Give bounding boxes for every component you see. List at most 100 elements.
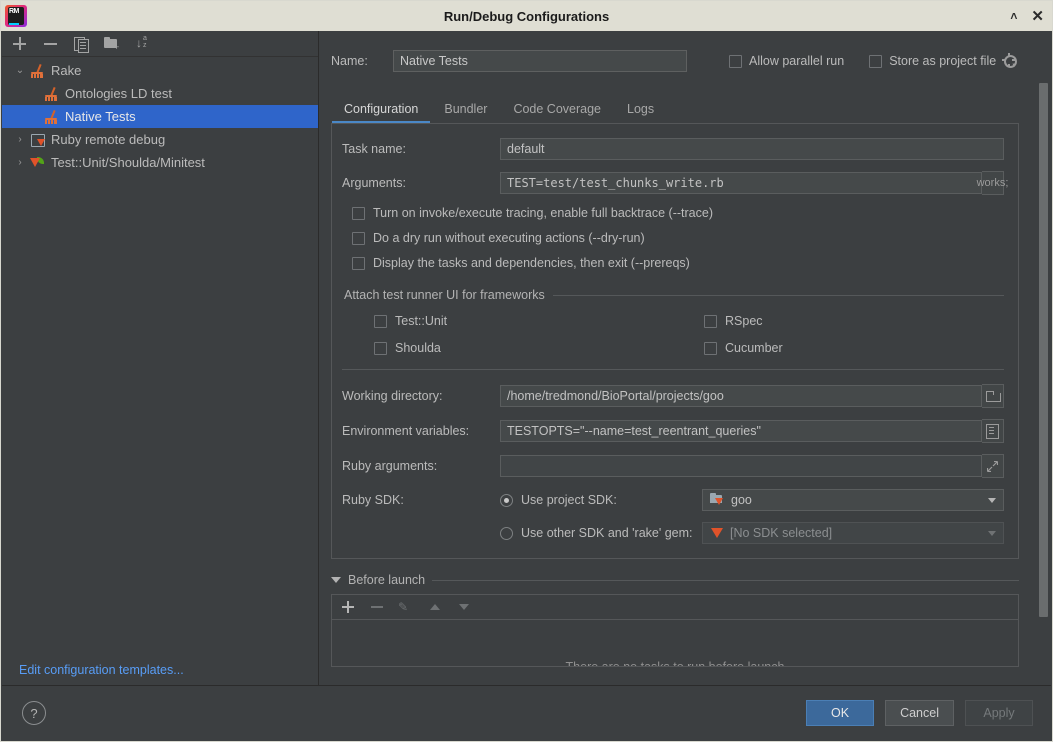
tree-item-rake[interactable]: ⌄ Rake: [2, 59, 318, 82]
checkbox-box[interactable]: [374, 315, 387, 328]
arguments-row: Arguments: TEST=test/test_chunks_write.r…: [342, 171, 1004, 195]
minitest-icon: [29, 155, 47, 171]
other-sdk-combo[interactable]: [No SDK selected]: [702, 522, 1004, 544]
section-divider: [342, 369, 1004, 370]
project-sdk-value: goo: [731, 493, 752, 507]
chevron-down-icon[interactable]: [988, 498, 996, 503]
sidebar-toolbar: + ↓az: [2, 31, 318, 57]
tree-item-minitest[interactable]: › Test::Unit/Shoulda/Minitest: [2, 151, 318, 174]
dialog-buttons: OK Cancel Apply: [806, 700, 1033, 726]
chevron-right-icon[interactable]: ›: [11, 134, 29, 145]
tree-item-label: Native Tests: [65, 109, 136, 124]
title-bar: RM Run/Debug Configurations ˄ ✕: [1, 1, 1052, 31]
expand-icon[interactable]: [982, 454, 1004, 478]
prereqs-checkbox[interactable]: Display the tasks and dependencies, then…: [352, 256, 1004, 270]
close-icon[interactable]: ✕: [1031, 9, 1044, 24]
ruby-arguments-row: Ruby arguments:: [342, 454, 1004, 478]
name-label: Name:: [331, 54, 393, 68]
new-folder-button[interactable]: +: [104, 35, 121, 52]
working-directory-input[interactable]: /home/tredmond/BioPortal/projects/goo: [500, 385, 982, 407]
copy-configuration-button[interactable]: [73, 35, 90, 52]
frameworks-group-header: Attach test runner UI for frameworks: [344, 288, 1004, 302]
environment-variables-input[interactable]: TESTOPTS="--name=test_reentrant_queries": [500, 420, 982, 442]
ruby-sdk-label: Ruby SDK:: [342, 493, 500, 507]
name-row: Name: Allow parallel run Store as projec…: [319, 31, 1051, 79]
folder-browse-icon[interactable]: [982, 384, 1004, 408]
other-sdk-row: Use other SDK and 'rake' gem: [No SDK se…: [342, 522, 1004, 544]
before-launch-header[interactable]: Before launch: [331, 573, 1019, 587]
frameworks-checkbox-grid: Test::Unit RSpec Shoulda Cucumber: [344, 302, 1004, 361]
tab-bundler[interactable]: Bundler: [431, 98, 500, 123]
gear-icon[interactable]: ▼: [1002, 54, 1016, 68]
prereqs-checkbox-label: Display the tasks and dependencies, then…: [373, 256, 690, 270]
rake-icon: [43, 109, 61, 125]
framework-label: Shoulda: [395, 341, 441, 355]
chevron-down-icon[interactable]: [988, 531, 996, 536]
remote-debug-icon: [29, 132, 47, 148]
radio-button[interactable]: [500, 527, 513, 540]
other-sdk-value: [No SDK selected]: [730, 526, 832, 540]
checkbox-box[interactable]: [374, 342, 387, 355]
checkbox-box[interactable]: [352, 207, 365, 220]
checkbox-box[interactable]: [704, 315, 717, 328]
minimize-icon[interactable]: ˄: [1010, 10, 1017, 22]
help-button[interactable]: ?: [22, 701, 46, 725]
tab-configuration[interactable]: Configuration: [331, 98, 431, 123]
checkbox-box[interactable]: [352, 232, 365, 245]
chevron-down-icon[interactable]: ⌄: [11, 65, 29, 76]
radio-button[interactable]: [500, 494, 513, 507]
use-project-sdk-label: Use project SDK:: [521, 493, 617, 507]
arguments-input[interactable]: TEST=test/test_chunks_write.rb: [500, 172, 982, 194]
sort-configurations-button[interactable]: ↓az: [135, 35, 152, 52]
tab-code-coverage[interactable]: Code Coverage: [500, 98, 614, 123]
framework-rspec-checkbox[interactable]: RSpec: [704, 314, 1004, 328]
environment-variables-row: Environment variables: TESTOPTS="--name=…: [342, 419, 1004, 443]
framework-test-unit-checkbox[interactable]: Test::Unit: [374, 314, 674, 328]
checkbox-box[interactable]: [352, 257, 365, 270]
framework-shoulda-checkbox[interactable]: Shoulda: [374, 341, 674, 355]
chevron-right-icon[interactable]: ›: [11, 157, 29, 168]
project-sdk-combo[interactable]: goo: [702, 489, 1004, 511]
cancel-button[interactable]: Cancel: [885, 700, 954, 726]
tree-item-ontologies-ld-test[interactable]: Ontologies LD test: [2, 82, 318, 105]
before-launch-toolbar: ✎: [331, 594, 1019, 619]
store-as-project-file-checkbox[interactable]: Store as project file: [869, 54, 996, 68]
arrow-down-icon: [456, 599, 472, 615]
allow-parallel-run-checkbox[interactable]: Allow parallel run: [729, 54, 844, 68]
before-launch-task-list[interactable]: There are no tasks to run before launch: [331, 619, 1019, 667]
name-input[interactable]: [393, 50, 687, 72]
trace-checkbox[interactable]: Turn on invoke/execute tracing, enable f…: [352, 206, 1004, 220]
edit-list-icon[interactable]: [982, 419, 1004, 443]
use-other-sdk-label: Use other SDK and 'rake' gem:: [521, 526, 693, 540]
add-configuration-button[interactable]: [11, 35, 28, 52]
checkbox-box[interactable]: [869, 55, 882, 68]
allow-parallel-run-label: Allow parallel run: [749, 54, 844, 68]
framework-cucumber-checkbox[interactable]: Cucumber: [704, 341, 1004, 355]
task-name-input[interactable]: default: [500, 138, 1004, 160]
task-name-label: Task name:: [342, 142, 500, 156]
ruby-arguments-input[interactable]: [500, 455, 982, 477]
ok-button[interactable]: OK: [806, 700, 874, 726]
tree-item-ruby-remote-debug[interactable]: › Ruby remote debug: [2, 128, 318, 151]
configuration-editor-panel: Name: Allow parallel run Store as projec…: [319, 31, 1051, 685]
use-project-sdk-radio[interactable]: Use project SDK:: [500, 493, 702, 507]
trace-checkbox-label: Turn on invoke/execute tracing, enable f…: [373, 206, 713, 220]
edit-configuration-templates-link[interactable]: Edit configuration templates...: [19, 663, 184, 677]
expand-icon[interactable]: works;: [982, 171, 1004, 195]
use-other-sdk-radio[interactable]: Use other SDK and 'rake' gem:: [500, 526, 702, 540]
checkbox-box[interactable]: [704, 342, 717, 355]
working-directory-label: Working directory:: [342, 389, 500, 403]
arrow-up-icon: [427, 599, 443, 615]
remove-configuration-button[interactable]: [42, 35, 59, 52]
vertical-scrollbar[interactable]: [1039, 83, 1048, 617]
store-as-project-file-label: Store as project file: [889, 54, 996, 68]
ruby-sdk-row: Ruby SDK: Use project SDK: goo: [342, 489, 1004, 511]
dry-run-checkbox[interactable]: Do a dry run without executing actions (…: [352, 231, 1004, 245]
tree-item-native-tests[interactable]: Native Tests: [2, 105, 318, 128]
triangle-down-icon[interactable]: [331, 577, 341, 583]
add-task-button[interactable]: [340, 599, 356, 615]
checkbox-box[interactable]: [729, 55, 742, 68]
apply-button: Apply: [965, 700, 1033, 726]
tab-logs[interactable]: Logs: [614, 98, 667, 123]
tree-item-label: Test::Unit/Shoulda/Minitest: [51, 155, 205, 170]
